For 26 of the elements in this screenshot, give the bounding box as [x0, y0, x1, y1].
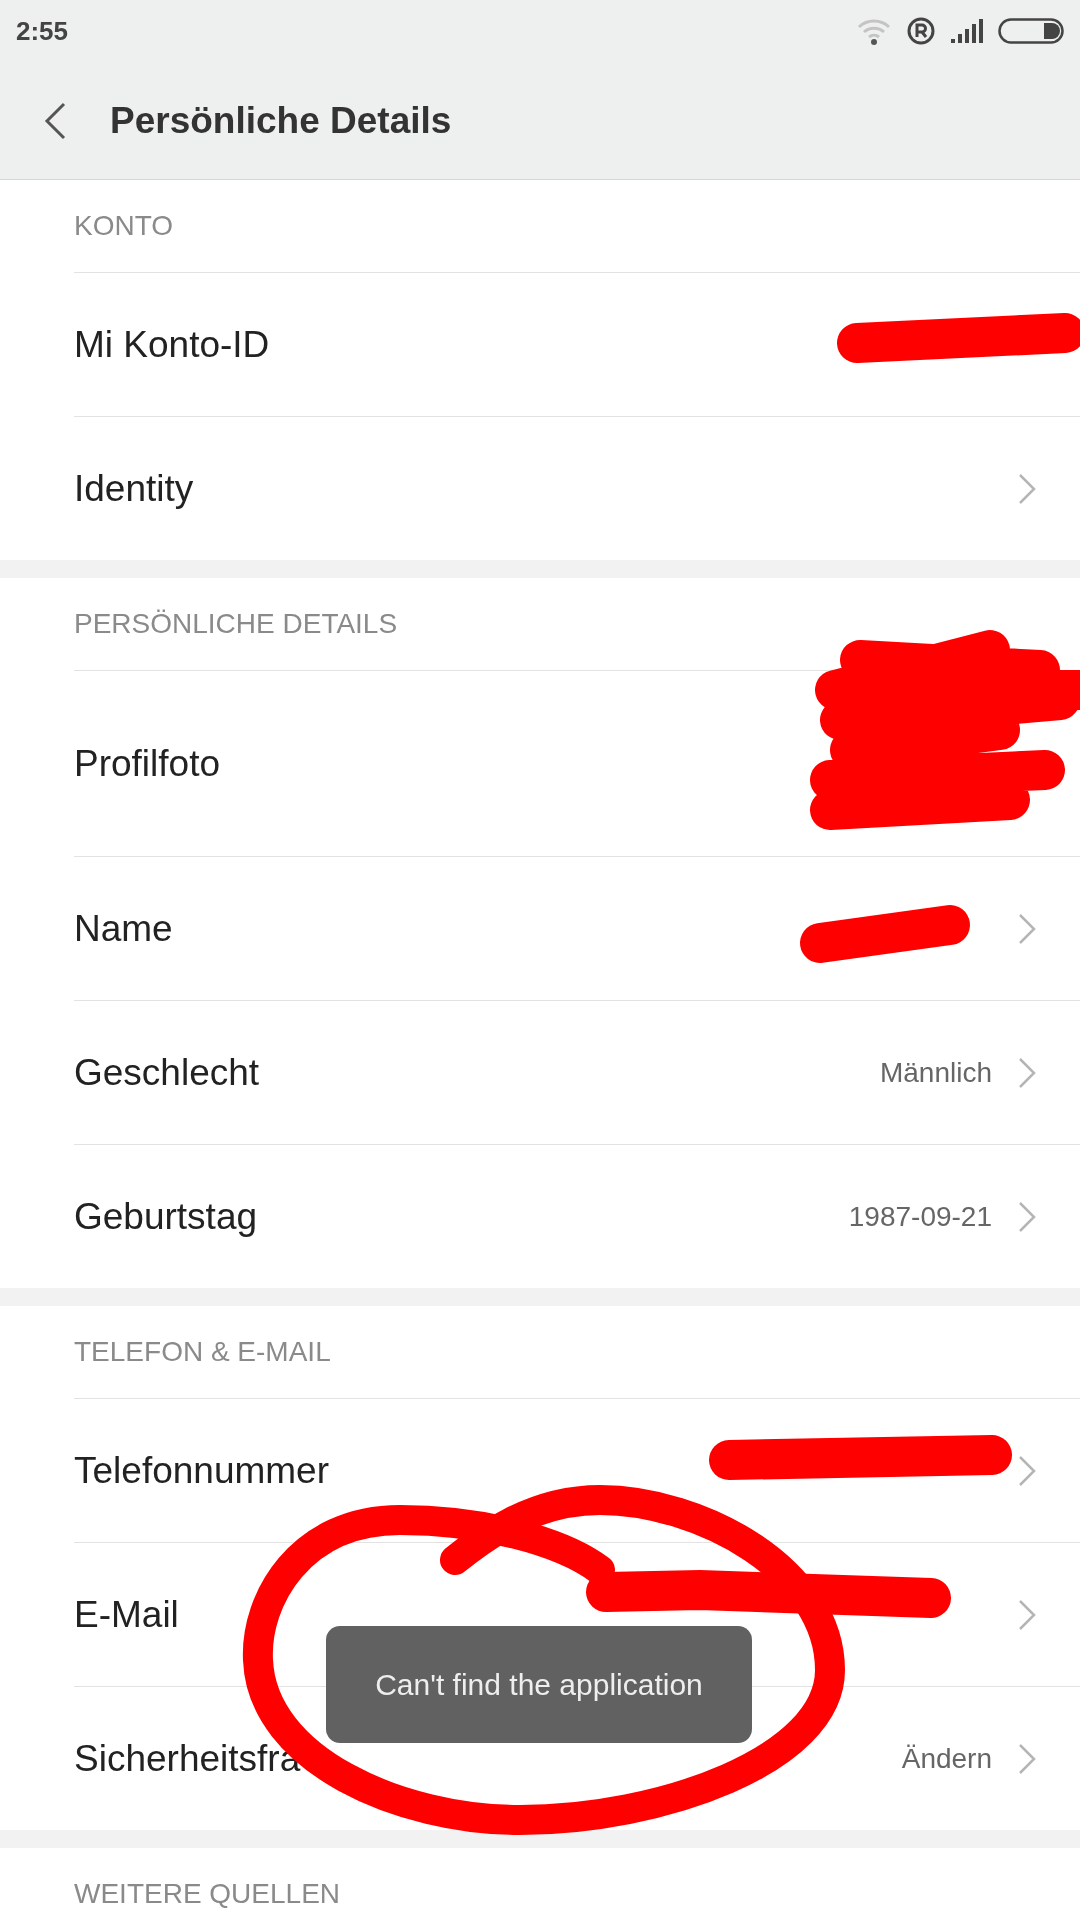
chevron-right-icon	[1018, 912, 1036, 945]
battery-icon	[998, 18, 1064, 44]
roaming-icon	[906, 16, 936, 46]
chevron-right-icon	[1018, 1454, 1036, 1487]
status-time: 2:55	[16, 15, 69, 47]
settings-row[interactable]: Name	[74, 857, 1080, 1001]
chevron-right-icon	[1018, 472, 1036, 505]
section-header: KONTO	[74, 180, 1080, 273]
section-header: PERSÖNLICHE DETAILS	[74, 578, 1080, 671]
settings-row[interactable]: Mi Konto-ID	[74, 273, 1080, 417]
chevron-right-icon	[1018, 1598, 1036, 1631]
page-title: Persönliche Details	[110, 99, 452, 142]
section-header: WEITERE QUELLEN	[74, 1848, 1080, 1920]
settings-row[interactable]: Geburtstag 1987-09-21	[74, 1145, 1080, 1288]
chevron-right-icon	[1018, 1200, 1036, 1233]
settings-row[interactable]: Identity	[74, 417, 1080, 560]
settings-row[interactable]: Telefonnummer	[74, 1399, 1080, 1543]
signal-icon	[950, 18, 984, 44]
chevron-right-icon	[1018, 1742, 1036, 1775]
back-button[interactable]	[44, 101, 66, 140]
chevron-right-icon	[1018, 1056, 1036, 1089]
message-toast: Can't find the application	[326, 1626, 752, 1743]
settings-row[interactable]: Profilfoto	[74, 671, 1080, 857]
section-header: TELEFON & E-MAIL	[74, 1306, 1080, 1399]
wifi-icon	[856, 17, 892, 45]
settings-row[interactable]: Geschlecht Männlich	[74, 1001, 1080, 1145]
